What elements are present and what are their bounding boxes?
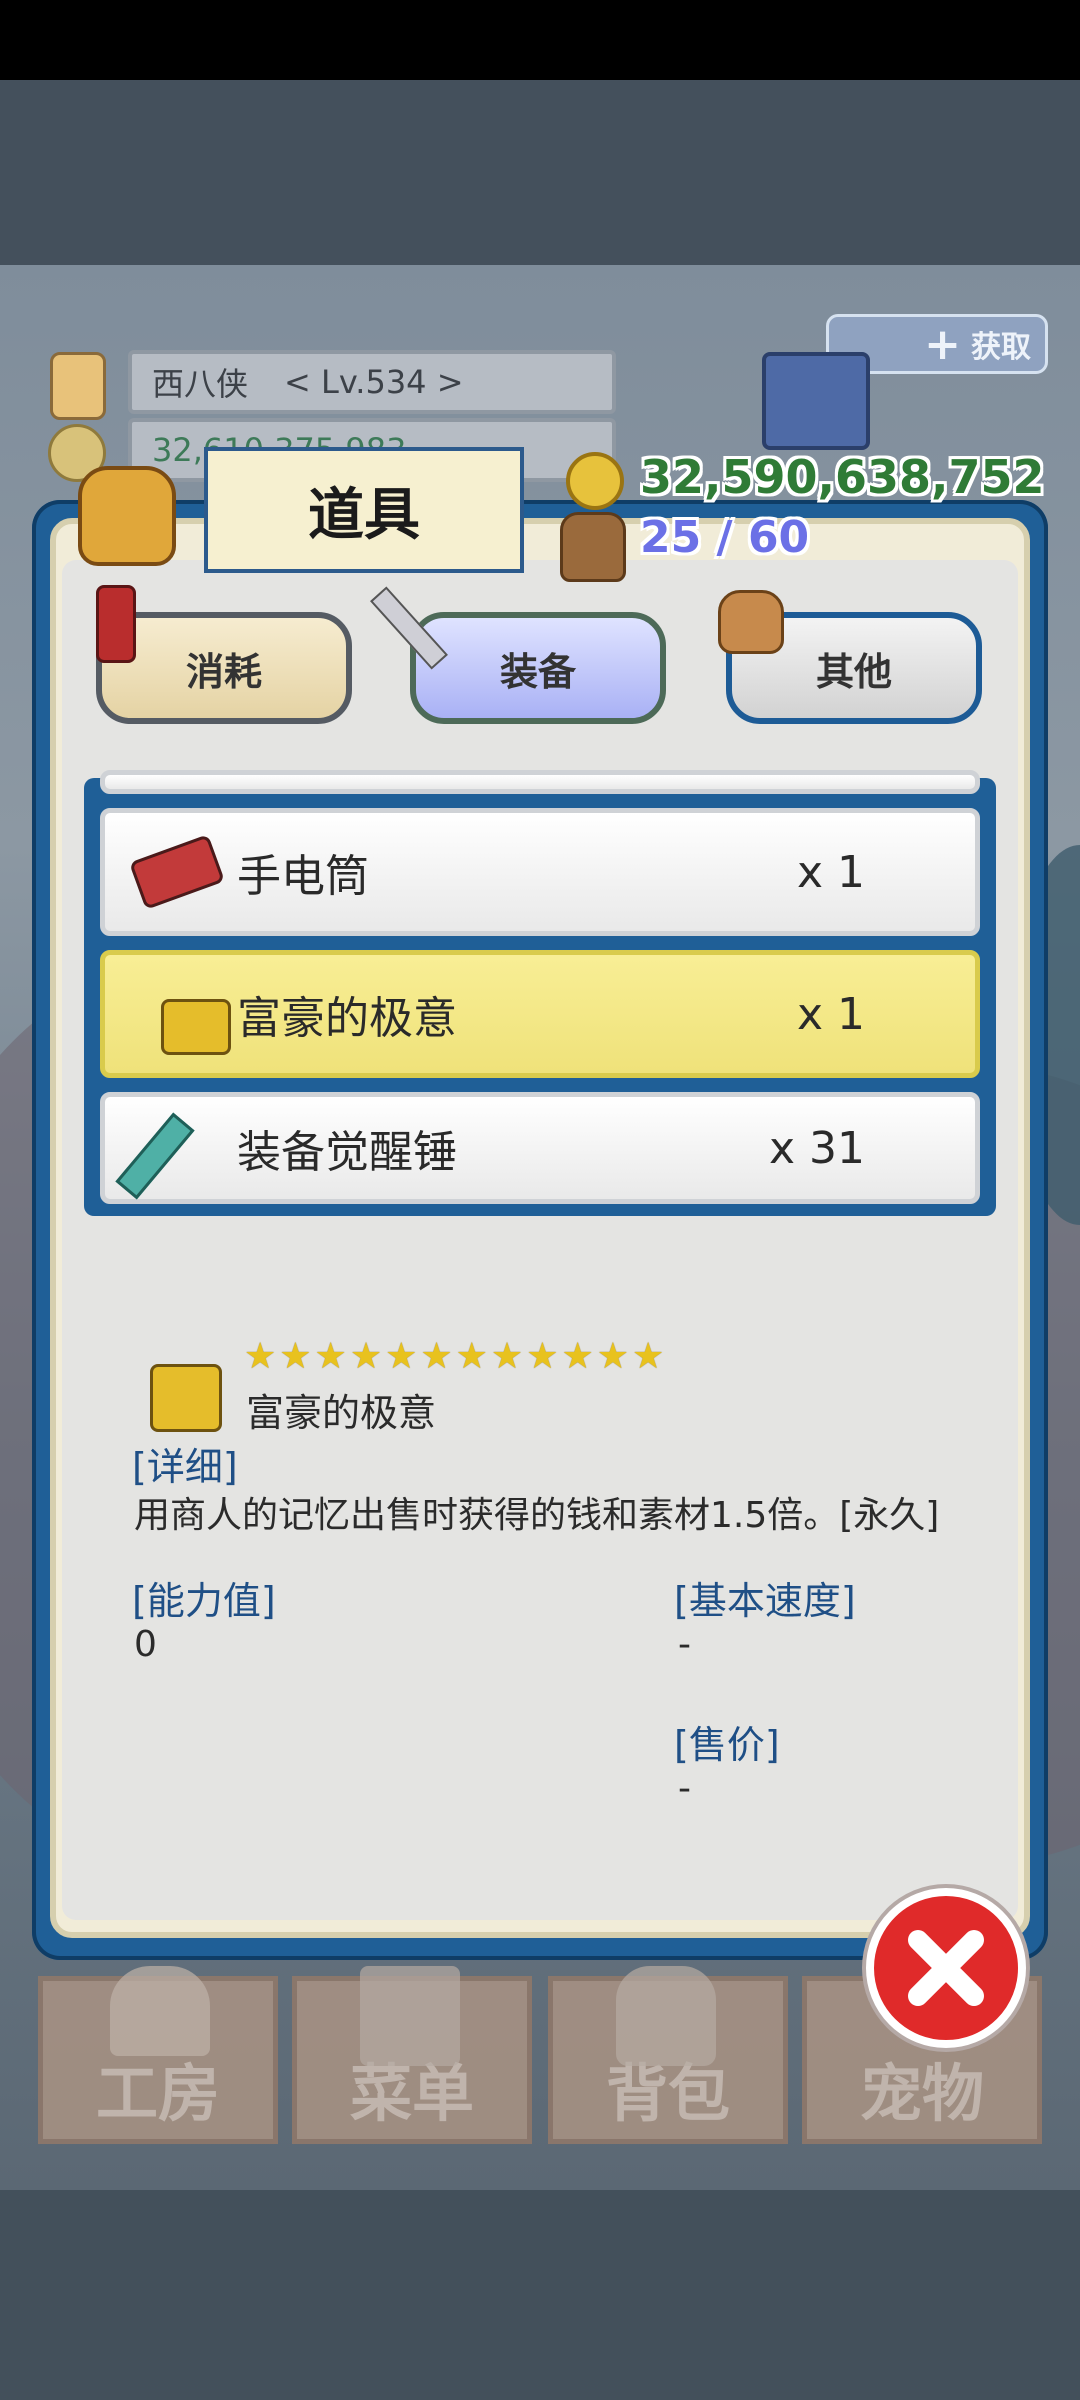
item-qty: x 31	[768, 1122, 865, 1174]
detail-description: 用商人的记忆出售时获得的钱和素材1.5倍。[永久]	[134, 1495, 940, 1536]
ability-value: 0	[134, 1624, 157, 1665]
gold-amount: 32,590,638,752	[640, 450, 1045, 504]
player-name-bar: 西八侠 < Lv.534 >	[128, 350, 616, 414]
player-name: 西八侠	[152, 365, 249, 403]
workshop-icon	[110, 1966, 210, 2056]
plus-icon: +	[924, 318, 961, 370]
ability-heading: [能力值]	[132, 1579, 276, 1623]
list-item[interactable]: 装备觉醒锤 x 31	[100, 1092, 980, 1204]
tab-consumables-label: 消耗	[185, 649, 262, 694]
status-bar	[0, 0, 1080, 80]
list-item-partial[interactable]	[100, 770, 980, 794]
item-qty: x 1	[796, 846, 865, 898]
book-icon	[360, 1966, 460, 2066]
dialog-panel	[62, 560, 1018, 1920]
item-qty: x 1	[796, 988, 865, 1040]
player-level: < Lv.534 >	[284, 363, 464, 401]
tab-equipment-label: 装备	[499, 649, 576, 694]
bag-title-icon	[78, 466, 176, 566]
backpack-icon	[616, 1966, 716, 2066]
star-rating: ★★★★★★★★★★★★	[244, 1336, 668, 1377]
close-icon	[908, 1930, 984, 2006]
detail-item-icon	[150, 1364, 222, 1432]
potion-icon	[96, 585, 136, 663]
tab-other-label: 其他	[815, 649, 892, 694]
gold-coin-icon	[566, 452, 624, 510]
speed-value: -	[678, 1624, 691, 1665]
sack-icon	[718, 590, 784, 654]
hammer-icon	[115, 1112, 195, 1200]
flashlight-icon	[128, 834, 226, 910]
get-label: 获取	[971, 330, 1031, 365]
price-value: -	[678, 1768, 691, 1809]
item-name: 手电筒	[237, 851, 369, 902]
list-item-selected[interactable]: 富豪的极意 x 1	[100, 950, 980, 1078]
price-heading: [售价]	[674, 1723, 780, 1767]
tab-equipment[interactable]: 装备	[410, 612, 666, 724]
close-button[interactable]	[866, 1888, 1026, 2048]
dialog-title: 道具	[204, 447, 524, 573]
nav-workshop-label: 工房	[95, 2057, 220, 2130]
detail-item-name: 富豪的极意	[246, 1391, 437, 1435]
gold-chest-icon	[161, 999, 231, 1055]
nav-pet-label: 宠物	[859, 2057, 984, 2130]
gift-box-icon[interactable]	[762, 352, 870, 450]
bottom-area	[0, 2190, 1080, 2400]
list-item[interactable]: 手电筒 x 1	[100, 808, 980, 936]
bag-capacity: 25 / 60	[640, 512, 810, 563]
backpack-small-icon	[560, 512, 626, 582]
item-name: 富豪的极意	[237, 993, 457, 1044]
item-name: 装备觉醒锤	[237, 1127, 457, 1178]
player-avatar[interactable]	[50, 352, 106, 420]
detail-desc-heading: [详细]	[132, 1445, 238, 1489]
speed-heading: [基本速度]	[674, 1579, 856, 1623]
